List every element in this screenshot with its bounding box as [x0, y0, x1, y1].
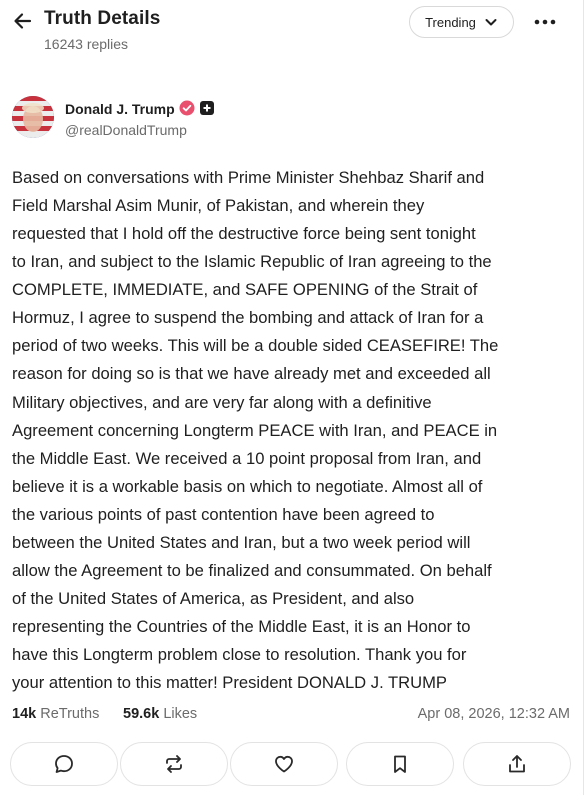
truth-plus-icon — [200, 101, 214, 115]
author-handle[interactable]: @realDonaldTrump — [65, 122, 187, 138]
chevron-down-icon — [485, 19, 497, 26]
author-name[interactable]: Donald J. Trump — [65, 101, 175, 117]
retruths-label: ReTruths — [40, 706, 100, 722]
likes-label: Likes — [163, 706, 198, 722]
retruth-icon — [166, 755, 182, 773]
scrollbar-track — [583, 0, 584, 795]
page-header: Truth Details 16243 replies Trending — [0, 0, 587, 66]
post-text: Based on conversations with Prime Minist… — [12, 168, 499, 693]
verified-badge-icon — [179, 100, 195, 116]
avatar[interactable] — [12, 96, 54, 138]
page-title: Truth Details — [44, 8, 161, 29]
share-icon — [509, 755, 525, 773]
likes-count: 59.6k — [123, 706, 160, 722]
arrow-left-icon — [14, 13, 32, 29]
reply-button[interactable] — [10, 742, 118, 786]
retruth-button[interactable] — [120, 742, 228, 786]
back-button[interactable] — [10, 8, 36, 34]
heart-icon — [275, 755, 293, 773]
sort-dropdown[interactable]: Trending — [409, 6, 514, 38]
sort-label: Trending — [425, 14, 476, 30]
bookmark-button[interactable] — [346, 742, 454, 786]
bookmark-icon — [394, 755, 406, 773]
reply-count: 16243 replies — [44, 36, 129, 52]
like-button[interactable] — [230, 742, 338, 786]
share-button[interactable] — [463, 742, 571, 786]
retruths-count: 14k — [12, 706, 37, 722]
likes-stat[interactable]: 59.6k Likes — [123, 706, 197, 722]
post-stats: 14k ReTruths 59.6k Likes Apr 08, 2026, 1… — [12, 706, 572, 728]
more-dots-icon — [534, 19, 556, 25]
post-timestamp: Apr 08, 2026, 12:32 AM — [417, 706, 570, 722]
retruths-stat[interactable]: 14k ReTruths — [12, 706, 99, 722]
reply-icon — [55, 755, 73, 773]
more-options-button[interactable] — [528, 8, 562, 36]
